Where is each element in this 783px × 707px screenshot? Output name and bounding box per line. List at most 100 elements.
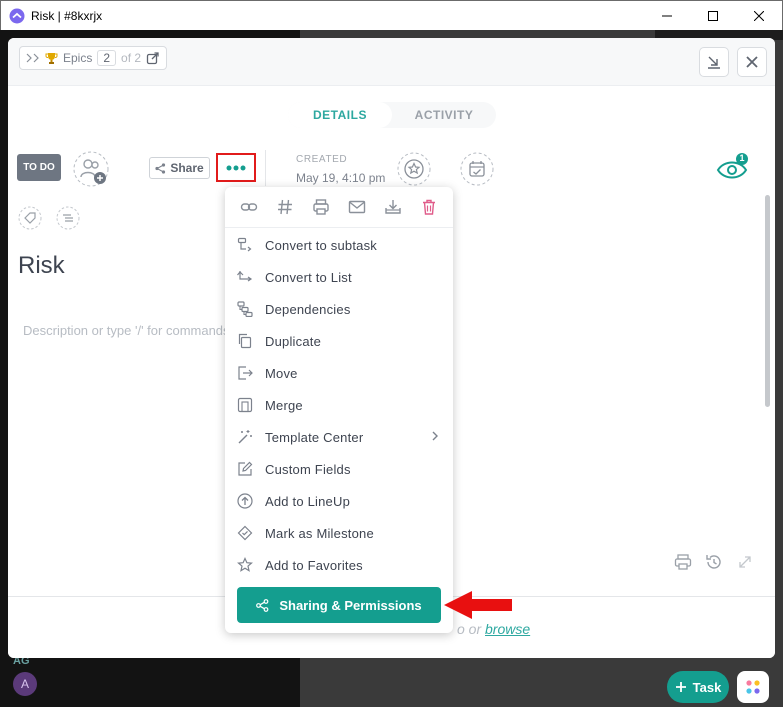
task-tabs: DETAILS ACTIVITY bbox=[288, 102, 496, 128]
modal-header: Epics 2 of 2 bbox=[8, 38, 775, 86]
menu-item-convert-to-list[interactable]: Convert to List bbox=[225, 261, 453, 293]
copy-id-button[interactable] bbox=[274, 196, 296, 218]
close-window-button[interactable] bbox=[736, 1, 782, 31]
due-date-calendar-icon[interactable] bbox=[460, 152, 494, 186]
mail-icon bbox=[348, 200, 366, 214]
menu-item-template-center[interactable]: Template Center bbox=[225, 421, 453, 453]
task-options-menu: Convert to subtask Convert to List Depen… bbox=[225, 187, 453, 633]
minimize-icon bbox=[662, 15, 672, 17]
breadcrumb-current: 2 bbox=[97, 50, 117, 66]
dependencies-icon bbox=[237, 301, 253, 317]
add-assignee-icon[interactable] bbox=[73, 151, 109, 187]
close-icon bbox=[746, 56, 758, 68]
menu-item-custom-fields[interactable]: Custom Fields bbox=[225, 453, 453, 485]
menu-item-convert-to-subtask[interactable]: Convert to subtask bbox=[225, 229, 453, 261]
new-task-button[interactable]: Task bbox=[667, 671, 729, 703]
sharing-permissions-button[interactable]: Sharing & Permissions bbox=[237, 587, 441, 623]
menu-item-add-to-favorites[interactable]: Add to Favorites bbox=[225, 549, 453, 581]
sharing-permissions-label: Sharing & Permissions bbox=[279, 597, 422, 613]
menu-item-label: Move bbox=[265, 365, 298, 381]
menu-item-dependencies[interactable]: Dependencies bbox=[225, 293, 453, 325]
history-icon[interactable] bbox=[704, 552, 724, 572]
checklist-icon[interactable] bbox=[56, 206, 80, 230]
print-icon bbox=[313, 199, 329, 215]
breadcrumb[interactable]: Epics 2 of 2 bbox=[19, 46, 168, 70]
breadcrumb-of: of 2 bbox=[121, 51, 142, 65]
maximize-button[interactable] bbox=[690, 1, 736, 31]
link-icon bbox=[240, 203, 258, 211]
apps-button[interactable] bbox=[737, 671, 769, 703]
open-external-icon[interactable] bbox=[146, 51, 160, 65]
watchers-button[interactable]: 1 bbox=[716, 152, 752, 182]
status-button[interactable]: TO DO bbox=[17, 154, 61, 181]
copy-link-button[interactable] bbox=[238, 196, 260, 218]
merge-icon bbox=[237, 397, 253, 413]
menu-item-label: Custom Fields bbox=[265, 461, 351, 477]
menu-item-label: Mark as Milestone bbox=[265, 525, 374, 541]
avatar-a[interactable]: A bbox=[13, 672, 37, 696]
menu-item-label: Convert to subtask bbox=[265, 237, 377, 253]
chevron-right-icon bbox=[432, 431, 438, 441]
description-input[interactable]: Description or type '/' for commands bbox=[23, 323, 233, 338]
more-options-button[interactable] bbox=[216, 153, 256, 182]
print-button[interactable] bbox=[310, 196, 332, 218]
expand-sidebar-icon[interactable] bbox=[26, 53, 40, 63]
new-task-label: Task bbox=[692, 679, 722, 695]
plus-icon bbox=[675, 682, 686, 692]
menu-item-label: Add to LineUp bbox=[265, 493, 350, 509]
trophy-icon bbox=[45, 52, 58, 64]
move-icon bbox=[238, 366, 253, 380]
close-task-button[interactable] bbox=[737, 47, 767, 77]
menu-item-label: Add to Favorites bbox=[265, 557, 363, 573]
watchers-count: 1 bbox=[739, 153, 745, 163]
edit-icon bbox=[238, 461, 253, 476]
share-icon bbox=[256, 598, 269, 612]
print-icon[interactable] bbox=[673, 552, 693, 572]
share-button[interactable]: Share bbox=[149, 157, 210, 179]
download-icon bbox=[385, 200, 401, 214]
delete-button[interactable] bbox=[418, 196, 440, 218]
clickup-app-icon bbox=[9, 8, 25, 23]
close-icon bbox=[754, 11, 764, 21]
attachment-prefix: o or bbox=[457, 621, 482, 637]
arrow-up-circle-icon bbox=[237, 493, 253, 509]
breadcrumb-label[interactable]: Epics bbox=[63, 51, 92, 65]
export-button[interactable] bbox=[382, 196, 404, 218]
minimize-task-button[interactable] bbox=[699, 47, 729, 77]
email-button[interactable] bbox=[346, 196, 368, 218]
priority-star-icon[interactable] bbox=[397, 152, 431, 186]
expand-icon[interactable] bbox=[735, 552, 755, 572]
menu-icon-row bbox=[225, 187, 453, 228]
menu-item-label: Merge bbox=[265, 397, 303, 413]
minimize-button[interactable] bbox=[644, 1, 690, 31]
share-label: Share bbox=[170, 161, 204, 175]
tab-activity[interactable]: ACTIVITY bbox=[392, 102, 496, 128]
menu-item-add-to-lineup[interactable]: Add to LineUp bbox=[225, 485, 453, 517]
menu-item-label: Dependencies bbox=[265, 301, 351, 317]
trash-icon bbox=[423, 199, 435, 215]
menu-item-mark-as-milestone[interactable]: Mark as Milestone bbox=[225, 517, 453, 549]
apps-grid-icon bbox=[746, 680, 760, 694]
window-title: Risk | #8kxrjx bbox=[31, 8, 103, 23]
menu-item-label: Duplicate bbox=[265, 333, 321, 349]
eye-icon bbox=[716, 153, 748, 179]
task-title[interactable]: Risk bbox=[18, 252, 65, 280]
list-convert-icon bbox=[237, 271, 253, 282]
more-dots-icon bbox=[226, 165, 246, 170]
wand-icon bbox=[238, 430, 252, 444]
menu-item-label: Convert to List bbox=[265, 269, 352, 285]
share-icon bbox=[155, 162, 166, 174]
menu-item-label: Template Center bbox=[265, 429, 364, 445]
tab-details[interactable]: DETAILS bbox=[288, 102, 392, 128]
browse-link[interactable]: browse bbox=[485, 621, 530, 637]
scrollbar[interactable] bbox=[765, 195, 770, 407]
tag-icon[interactable] bbox=[18, 206, 42, 230]
menu-item-move[interactable]: Move bbox=[225, 357, 453, 389]
created-label: CREATED bbox=[296, 154, 348, 165]
star-icon bbox=[237, 557, 253, 572]
created-value: May 19, 4:10 pm bbox=[296, 171, 386, 185]
annotation-arrow-icon bbox=[444, 591, 512, 619]
maximize-icon bbox=[708, 11, 718, 21]
menu-item-merge[interactable]: Merge bbox=[225, 389, 453, 421]
menu-item-duplicate[interactable]: Duplicate bbox=[225, 325, 453, 357]
